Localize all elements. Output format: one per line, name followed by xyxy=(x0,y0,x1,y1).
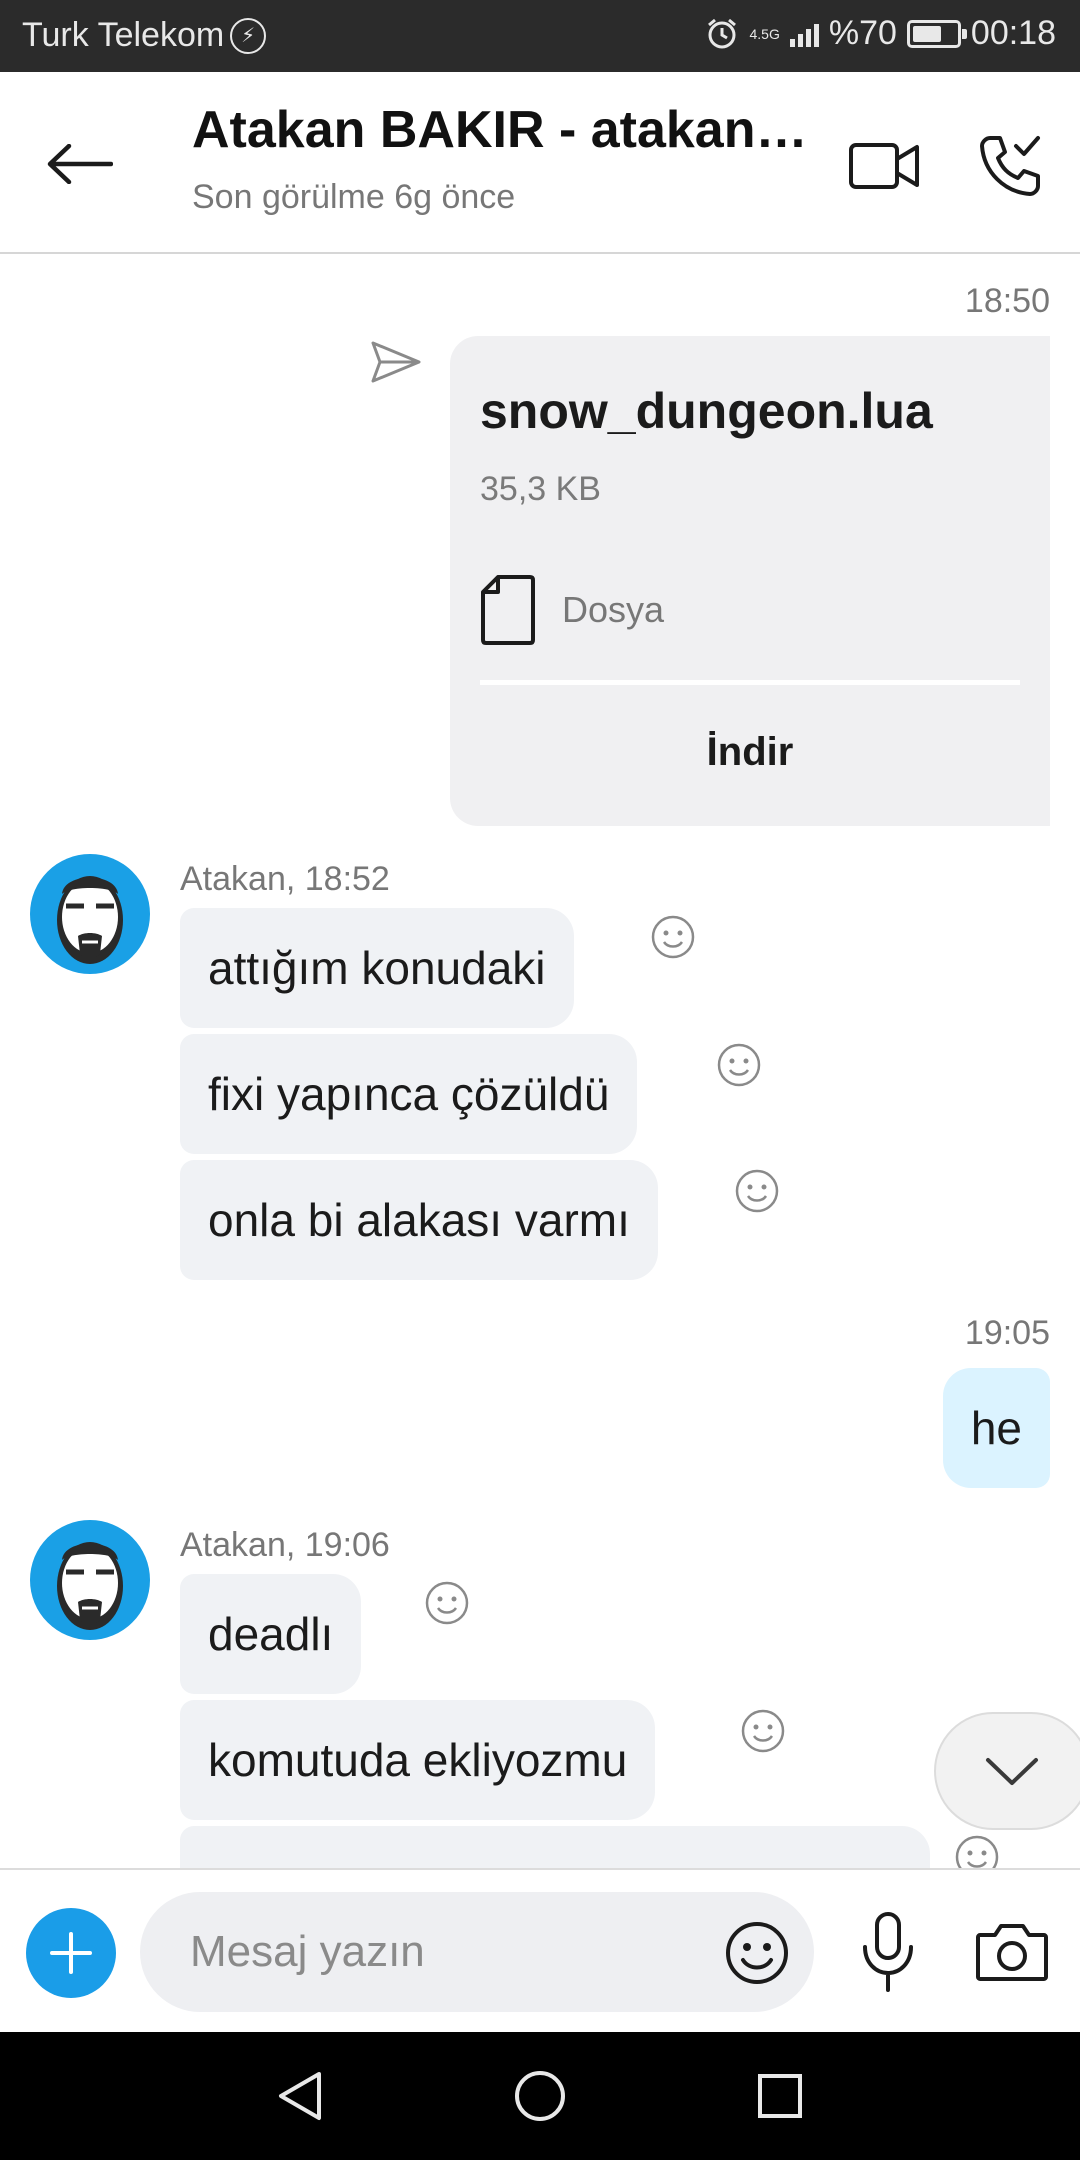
status-bar: Turk Telekom ⚡ 4.5G %70 00:18 xyxy=(0,0,1080,72)
last-seen: Son görülme 6g önce xyxy=(192,178,516,216)
message-bubble[interactable]: deadlı xyxy=(180,1574,362,1694)
message-input-container xyxy=(140,1892,814,2012)
battery-icon xyxy=(906,19,967,48)
clock: 00:18 xyxy=(970,14,1056,52)
nav-back-button[interactable] xyxy=(270,2066,330,2126)
smiley-icon[interactable] xyxy=(740,1708,786,1754)
smiley-icon[interactable] xyxy=(650,914,696,960)
file-name: snow_dungeon.lua xyxy=(480,383,933,439)
audio-call-button[interactable] xyxy=(968,124,1052,208)
phone-call-icon xyxy=(980,136,1040,196)
person-avatar-icon xyxy=(57,876,123,964)
triangle-back-icon xyxy=(279,2072,321,2120)
file-attachment[interactable]: snow_dungeon.lua 35,3 KB Dosya İndir xyxy=(450,336,1050,826)
camera-button[interactable] xyxy=(972,1914,1052,1990)
alarm-icon xyxy=(708,18,737,48)
message-bubble-outgoing[interactable]: he xyxy=(942,1368,1050,1488)
message-list[interactable]: 18:50 snow_dungeon.lua 35,3 KB Dosya İnd… xyxy=(0,256,1080,1868)
person-avatar-icon xyxy=(57,1542,123,1630)
message-composer xyxy=(0,1868,1080,2032)
message-bubble[interactable]: fixi yapınca çözüldü xyxy=(180,1034,638,1154)
smiley-icon[interactable] xyxy=(954,1834,1000,1868)
smiley-icon[interactable] xyxy=(716,1042,762,1088)
battery-percent: %70 xyxy=(828,14,897,52)
contact-name[interactable]: Atakan BAKIR - atakanb... xyxy=(192,100,822,160)
file-type-label: Dosya xyxy=(562,589,665,630)
add-attachment-button[interactable] xyxy=(26,1908,116,1998)
video-camera-icon xyxy=(849,143,919,189)
circle-home-icon xyxy=(515,2071,565,2121)
file-size: 35,3 KB xyxy=(480,470,601,508)
nav-recents-button[interactable] xyxy=(750,2066,810,2126)
message-bubble[interactable]: komutuda ekliyozmu xyxy=(180,1700,656,1820)
network-type: 4.5G xyxy=(749,25,780,42)
microphone-icon xyxy=(863,1912,913,1992)
avatar[interactable] xyxy=(30,854,150,974)
square-recents-icon xyxy=(758,2074,802,2118)
hotspot-icon: ⚡ xyxy=(230,17,267,54)
nav-home-button[interactable] xyxy=(510,2066,570,2126)
message-bubble[interactable]: attığım konudaki xyxy=(180,908,574,1028)
message-timestamp: 19:05 xyxy=(964,1314,1050,1352)
avatar[interactable] xyxy=(30,1520,150,1640)
message-timestamp: 18:50 xyxy=(964,282,1050,320)
download-button[interactable]: İndir xyxy=(450,730,1050,775)
video-call-button[interactable] xyxy=(842,124,926,208)
signal-icon xyxy=(789,21,819,47)
system-nav-bar xyxy=(0,2032,1080,2160)
back-button[interactable] xyxy=(44,128,116,200)
voice-message-button[interactable] xyxy=(852,1906,924,1998)
sender-name: Atakan, 19:06 xyxy=(180,1526,390,1564)
scroll-to-bottom-button[interactable] xyxy=(934,1712,1080,1830)
smiley-icon[interactable] xyxy=(734,1168,780,1214)
carrier-name: Turk Telekom xyxy=(22,16,225,54)
smiley-icon[interactable] xyxy=(424,1580,470,1626)
emoji-icon[interactable] xyxy=(724,1920,790,1986)
message-input[interactable] xyxy=(190,1892,710,2012)
plus-icon xyxy=(50,1932,92,1974)
sent-status-icon xyxy=(371,341,421,383)
divider xyxy=(480,680,1020,685)
arrow-left-icon xyxy=(47,144,113,184)
chat-header: Atakan BAKIR - atakanb... Son görülme 6g… xyxy=(0,72,1080,254)
sender-name: Atakan, 18:52 xyxy=(180,860,390,898)
chevron-down-icon xyxy=(986,1758,1038,1785)
message-bubble[interactable]: onla bi alakası varmı xyxy=(180,1160,658,1280)
document-icon xyxy=(481,575,535,645)
message-bubble-partial[interactable] xyxy=(180,1826,930,1868)
camera-icon xyxy=(976,1924,1048,1981)
